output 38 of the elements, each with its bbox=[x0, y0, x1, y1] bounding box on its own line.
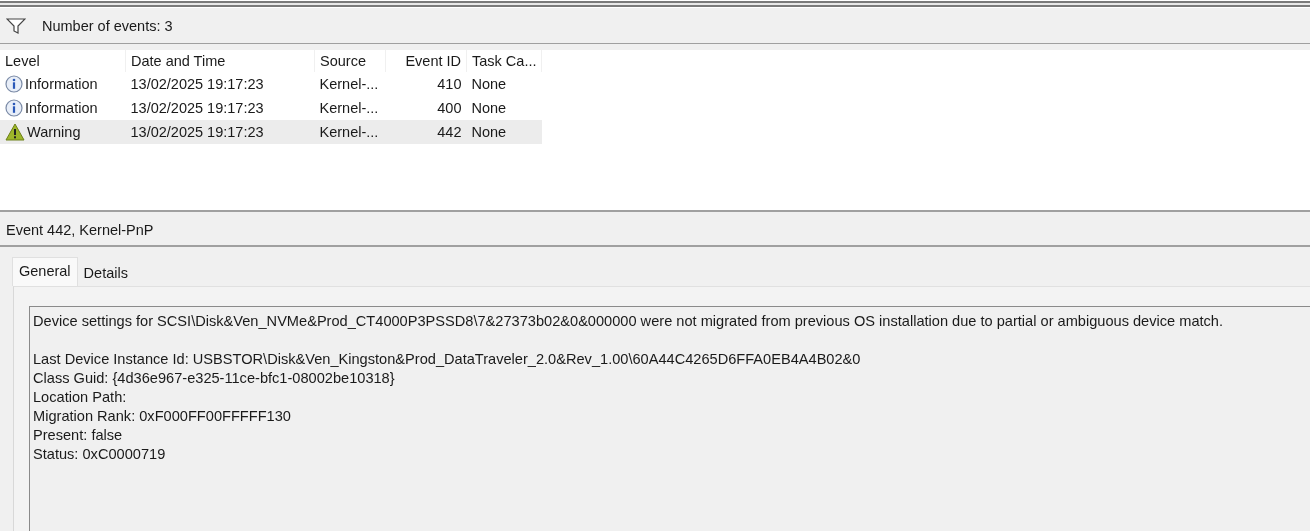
table-cell: None bbox=[466, 96, 542, 120]
event-message: Device settings for SCSI\Disk&Ven_NVMe&Prod_CT4000P3PSSD8\7&27373b02&0&000000 were not migrated from previous OS installation due to partial or ambiguous device match. bbox=[33, 312, 1225, 331]
table-cell: 13/02/2025 19:17:23 bbox=[125, 120, 315, 144]
information-icon bbox=[5, 75, 23, 93]
column-header[interactable]: Date and Time bbox=[125, 50, 315, 72]
column-header[interactable]: Source bbox=[314, 50, 386, 72]
tab[interactable]: General bbox=[12, 257, 78, 286]
table-cell: Kernel-... bbox=[314, 72, 386, 96]
event-title: Event 442, Kernel-PnP bbox=[0, 215, 1310, 247]
property-line: Present: false bbox=[33, 426, 124, 445]
information-icon bbox=[5, 99, 23, 117]
property-line: Status: 0xC0000719 bbox=[33, 445, 167, 464]
property-line: Last Device Instance Id: USBSTOR\Disk&Ven_Kingston&Prod_DataTraveler_2.0&Rev_1.00\60A44C4265D6FFA0EB4A4B02&0 bbox=[33, 350, 862, 369]
column-header[interactable]: Event ID bbox=[385, 50, 467, 72]
table-cell: Information bbox=[25, 100, 98, 116]
table-cell: 410 bbox=[385, 72, 467, 96]
table-cell: Kernel-... bbox=[314, 96, 386, 120]
table-cell: 13/02/2025 19:17:23 bbox=[125, 72, 315, 96]
event-count: Number of events: 3 bbox=[42, 17, 173, 34]
table-cell: None bbox=[466, 72, 542, 96]
property-line: Location Path: bbox=[33, 388, 128, 407]
column-header[interactable]: Level bbox=[0, 50, 126, 72]
table-cell: 442 bbox=[385, 120, 467, 144]
warning-icon bbox=[5, 123, 25, 141]
filter-icon[interactable] bbox=[6, 17, 26, 34]
property-line: Migration Rank: 0xF000FF00FFFFF130 bbox=[33, 407, 292, 426]
table-row[interactable]: Information 13/02/2025 19:17:23 Kernel-... 400 None bbox=[0, 96, 542, 120]
column-header[interactable]: Task Ca... bbox=[466, 50, 542, 72]
table-cell: None bbox=[466, 120, 542, 144]
table-cell: Information bbox=[25, 76, 98, 92]
table-cell: Warning bbox=[27, 124, 81, 140]
property-line: Class Guid: {4d36e967-e325-11ce-bfc1-08002be10318} bbox=[33, 369, 396, 388]
table-cell: 13/02/2025 19:17:23 bbox=[125, 96, 315, 120]
table-cell: 400 bbox=[385, 96, 467, 120]
splitter-bar[interactable] bbox=[0, 0, 1310, 8]
table-row[interactable]: Warning 13/02/2025 19:17:23 Kernel-... 442 None bbox=[0, 120, 542, 144]
table-row[interactable]: Information 13/02/2025 19:17:23 Kernel-... 410 None bbox=[0, 72, 542, 96]
table-cell: Kernel-... bbox=[314, 120, 386, 144]
